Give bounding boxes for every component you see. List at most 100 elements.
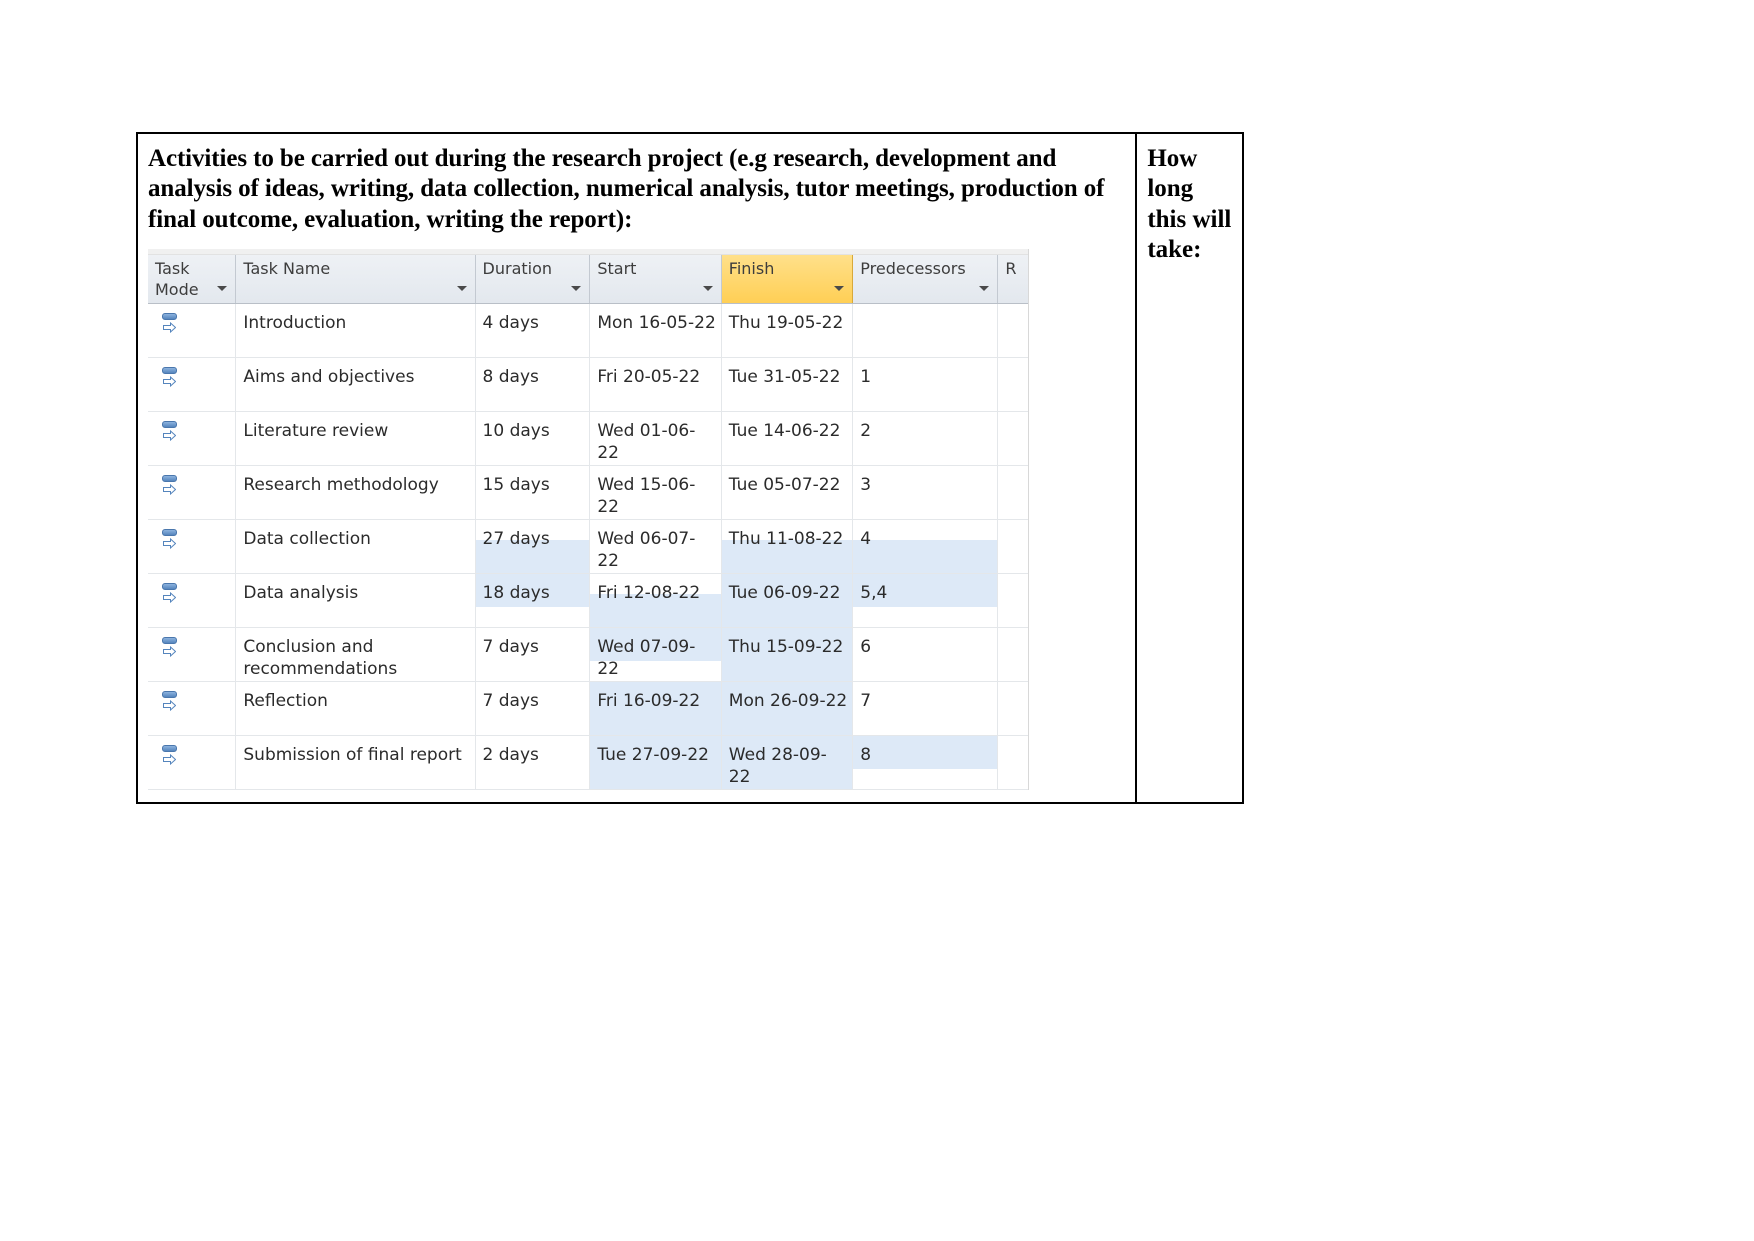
column-header-extra[interactable]: R — [998, 254, 1028, 303]
filter-dropdown-icon[interactable] — [834, 285, 845, 291]
page-title: Activities to be carried out during the … — [148, 145, 1105, 233]
column-header-predecessors[interactable]: Predecessors — [853, 254, 999, 303]
cell-extra[interactable] — [998, 520, 1028, 573]
cell-start[interactable]: Fri 20-05-22 — [590, 357, 722, 411]
column-header-finish[interactable]: Finish — [721, 254, 854, 303]
cell-extra[interactable] — [998, 412, 1028, 465]
cell-duration[interactable]: 2 days — [476, 735, 591, 789]
cell-finish[interactable]: Tue 06-09-22 — [721, 573, 854, 627]
filter-dropdown-icon[interactable] — [217, 285, 228, 291]
cell-start[interactable]: Wed 01-06-22 — [590, 411, 722, 465]
filter-dropdown-icon[interactable] — [979, 285, 990, 291]
cell-duration[interactable]: 7 days — [476, 627, 591, 681]
cell-predecessors[interactable] — [853, 303, 999, 357]
cell-extra[interactable] — [998, 628, 1028, 681]
cell-start[interactable]: Mon 16-05-22 — [590, 303, 722, 357]
cell-name[interactable]: Submission of final report — [236, 735, 476, 789]
cell-duration[interactable]: 27 days — [475, 519, 591, 573]
column-header-label: R — [1005, 258, 1017, 278]
cell-predecessors[interactable]: 7 — [853, 681, 999, 735]
cell-mode[interactable] — [148, 411, 237, 465]
cell-predecessors[interactable]: 3 — [853, 465, 999, 519]
cell-mode[interactable] — [148, 627, 237, 681]
outer-document-table: Activities to be carried out during the … — [136, 132, 1244, 804]
cell-finish[interactable]: Thu 19-05-22 — [722, 303, 854, 357]
column-header-label: Finish — [728, 258, 775, 278]
column-header-label: Predecessors — [860, 258, 966, 278]
table-row[interactable]: Data analysis 18 days Fri 12-08-22 Tue 06-0… — [148, 573, 1028, 628]
filter-dropdown-icon[interactable] — [571, 285, 582, 291]
cell-predecessors[interactable]: 2 — [853, 411, 999, 465]
cell-extra[interactable] — [998, 304, 1028, 357]
cell-predecessors[interactable]: 1 — [853, 357, 999, 411]
cell-mode[interactable] — [148, 681, 237, 735]
table-row[interactable]: Research methodology 15 days Wed 15-06-22 T… — [148, 465, 1028, 520]
cell-finish[interactable]: Tue 31-05-22 — [722, 357, 854, 411]
cell-extra[interactable] — [998, 466, 1028, 519]
cell-mode[interactable] — [148, 357, 237, 411]
cell-start[interactable]: Wed 06-07-22 — [590, 519, 722, 573]
cell-duration[interactable]: 10 days — [476, 411, 591, 465]
filter-dropdown-icon[interactable] — [456, 285, 467, 291]
table-row[interactable]: Literature review 10 days Wed 01-06-22 Tue … — [148, 411, 1028, 466]
table-row[interactable]: Submission of final report 2 days Tue 27-0… — [148, 735, 1028, 790]
cell-duration[interactable]: 8 days — [476, 357, 591, 411]
grid-header-row: Task Mode Task Name Duration Start Finish Pre… — [148, 254, 1028, 304]
column-header-label: Duration — [482, 258, 553, 278]
column-header-mode[interactable]: Task Mode — [148, 254, 237, 303]
cell-duration[interactable]: 18 days — [475, 573, 591, 627]
column-header-duration[interactable]: Duration — [475, 254, 591, 303]
column-header-label: Start — [597, 258, 637, 278]
cell-name[interactable]: Aims and objectives — [236, 357, 476, 411]
table-row[interactable]: Introduction 4 days Mon 16-05-22 Thu 19-05-… — [148, 303, 1028, 358]
cell-duration[interactable]: 4 days — [476, 303, 591, 357]
cell-start[interactable]: Fri 12-08-22 — [590, 573, 722, 627]
cell-name[interactable]: Reflection — [236, 681, 476, 735]
duration-heading: How long this will take: — [1147, 145, 1232, 263]
cell-start[interactable]: Fri 16-09-22 — [590, 681, 722, 735]
grid-body: Introduction 4 days Mon 16-05-22 Thu 19-05-… — [148, 303, 1028, 790]
cell-duration[interactable]: 7 days — [476, 681, 591, 735]
table-row[interactable]: Data collection 27 days Wed 06-07-22 Thu 11… — [148, 519, 1028, 574]
cell-extra[interactable] — [998, 574, 1028, 627]
cell-extra[interactable] — [998, 736, 1028, 789]
cell-finish[interactable]: Mon 26-09-22 — [721, 681, 854, 735]
cell-mode[interactable] — [148, 519, 237, 573]
cell-name[interactable]: Conclusion and recommendations — [236, 627, 476, 681]
cell-predecessors[interactable]: 4 — [853, 519, 999, 573]
column-header-label: Task Name — [243, 258, 331, 278]
table-row[interactable]: Conclusion and recommendations 7 days Wed … — [148, 627, 1028, 682]
column-header-start[interactable]: Start — [590, 254, 722, 303]
column-header-name[interactable]: Task Name — [236, 254, 476, 303]
cell-predecessors[interactable]: 6 — [853, 627, 999, 681]
cell-predecessors[interactable]: 8 — [853, 735, 999, 789]
cell-start[interactable]: Wed 07-09-22 — [590, 627, 722, 681]
table-row[interactable]: Aims and objectives 8 days Fri 20-05-22 Tue… — [148, 357, 1028, 412]
table-row[interactable]: Reflection 7 days Fri 16-09-22 Mon 26-09-22… — [148, 681, 1028, 736]
cell-name[interactable]: Research methodology — [236, 465, 476, 519]
cell-mode[interactable] — [148, 735, 237, 789]
activities-cell: Activities to be carried out during the … — [138, 134, 1138, 802]
cell-finish[interactable]: Thu 15-09-22 — [721, 627, 854, 681]
cell-finish[interactable]: Wed 28-09-22 — [721, 735, 854, 789]
cell-name[interactable]: Introduction — [236, 303, 476, 357]
cell-duration[interactable]: 15 days — [476, 465, 591, 519]
column-header-label: Task Mode — [155, 258, 199, 299]
duration-cell: How long this will take: — [1137, 134, 1242, 802]
cell-name[interactable]: Data collection — [236, 519, 476, 573]
cell-extra[interactable] — [998, 682, 1028, 735]
cell-name[interactable]: Data analysis — [236, 573, 476, 627]
ms-project-grid: Task Mode Task Name Duration Start Finish Pre… — [148, 248, 1029, 790]
filter-dropdown-icon[interactable] — [702, 285, 713, 291]
cell-extra[interactable] — [998, 358, 1028, 411]
cell-finish[interactable]: Tue 14-06-22 — [722, 411, 854, 465]
cell-predecessors[interactable]: 5,4 — [853, 573, 999, 627]
cell-mode[interactable] — [148, 573, 237, 627]
cell-start[interactable]: Tue 27-09-22 — [590, 735, 722, 789]
cell-finish[interactable]: Tue 05-07-22 — [722, 465, 854, 519]
cell-mode[interactable] — [148, 465, 237, 519]
cell-start[interactable]: Wed 15-06-22 — [590, 465, 722, 519]
cell-finish[interactable]: Thu 11-08-22 — [721, 519, 854, 573]
cell-name[interactable]: Literature review — [236, 411, 476, 465]
cell-mode[interactable] — [148, 303, 237, 357]
